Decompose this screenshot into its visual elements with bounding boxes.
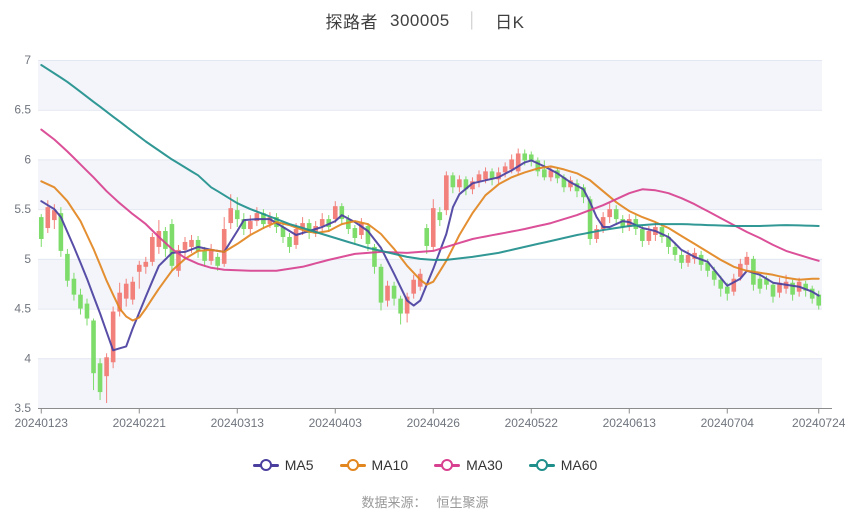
data-source-footer: 数据来源： 恒生聚源	[0, 492, 850, 511]
stock-chart-page: 探路者 300005 │ 日K 202401232024022120240313…	[0, 0, 850, 517]
x-axis-label: 20240724	[792, 416, 846, 430]
legend-label: MA10	[372, 457, 409, 473]
x-axis-label: 20240704	[701, 416, 755, 430]
x-axis-label: 20240123	[15, 416, 69, 430]
legend-label: MA5	[285, 457, 314, 473]
y-axis-label: 5	[24, 252, 31, 266]
y-axis-label: 6	[24, 152, 31, 166]
legend-line-circle-icon	[340, 459, 366, 471]
chart-legend: MA5 MA10 MA30 MA60	[0, 457, 850, 473]
legend-line-circle-icon	[434, 459, 460, 471]
legend-line-circle-icon	[253, 459, 279, 471]
x-axis-label: 20240613	[603, 416, 657, 430]
y-axis-label: 3.5	[14, 401, 31, 415]
y-axis-label: 6.5	[14, 103, 31, 117]
x-axis-label: 20240522	[505, 416, 559, 430]
y-axis-label: 5.5	[14, 202, 31, 216]
y-axis-label: 4.5	[14, 302, 31, 316]
data-source-name: 恒生聚源	[437, 492, 489, 511]
x-axis-label: 20240403	[309, 416, 363, 430]
legend-item-ma5[interactable]: MA5	[253, 457, 314, 473]
legend-item-ma30[interactable]: MA30	[434, 457, 503, 473]
legend-label: MA30	[466, 457, 503, 473]
y-axis-label: 7	[24, 53, 31, 67]
legend-item-ma60[interactable]: MA60	[529, 457, 598, 473]
x-axis-label: 20240221	[113, 416, 167, 430]
legend-label: MA60	[561, 457, 598, 473]
y-axis-label: 4	[24, 351, 31, 365]
kline-chart-canvas[interactable]: 20240123 20240221 20240313 20240403 20240426…	[0, 0, 850, 517]
legend-item-ma10[interactable]: MA10	[340, 457, 409, 473]
x-axis-label: 20240313	[211, 416, 265, 430]
x-axis-label: 20240426	[407, 416, 461, 430]
data-source-label: 数据来源：	[361, 492, 426, 511]
legend-line-circle-icon	[529, 459, 555, 471]
